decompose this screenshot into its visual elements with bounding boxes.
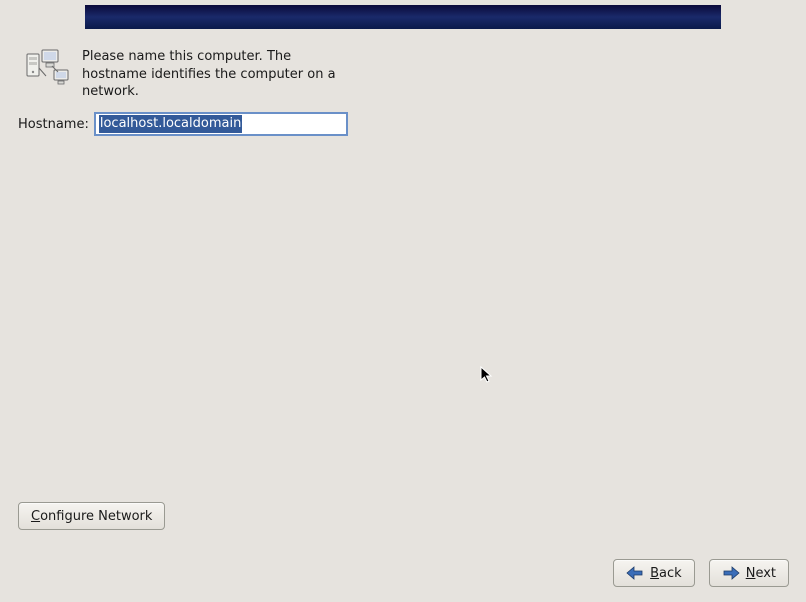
mouse-cursor-icon: [480, 366, 494, 384]
navigation-bar: Back Next: [613, 559, 789, 587]
header-banner: [85, 5, 721, 29]
intro-text: Please name this computer. The hostname …: [82, 48, 342, 101]
hostname-input[interactable]: [95, 113, 347, 135]
arrow-left-icon: [626, 566, 644, 580]
computer-network-icon: [26, 48, 70, 88]
configure-network-button[interactable]: Configure Network: [18, 502, 165, 530]
intro-section: Please name this computer. The hostname …: [26, 48, 342, 101]
hostname-label: Hostname:: [18, 117, 89, 132]
hostname-row: Hostname: localhost.localdomain: [18, 113, 347, 135]
arrow-right-icon: [722, 566, 740, 580]
next-button[interactable]: Next: [709, 559, 789, 587]
back-button[interactable]: Back: [613, 559, 695, 587]
